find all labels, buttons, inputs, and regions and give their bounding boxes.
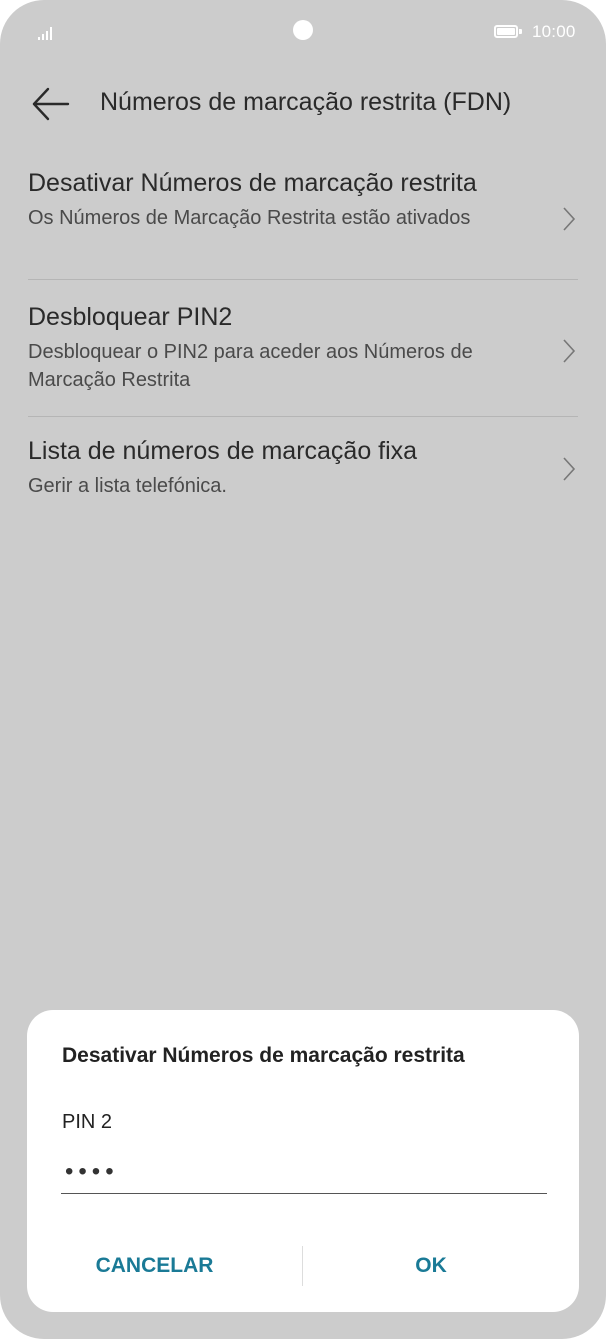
list-item-title: Lista de números de marcação fixa xyxy=(28,437,418,465)
status-bar: 10:00 xyxy=(0,0,606,64)
button-divider xyxy=(302,1246,303,1286)
back-arrow-icon[interactable] xyxy=(30,84,70,124)
signal-icon xyxy=(38,24,60,40)
pin2-dialog: Desativar Números de marcação restrita P… xyxy=(27,1010,579,1312)
chevron-right-icon xyxy=(563,457,576,481)
list-item-title: Desbloquear PIN2 xyxy=(28,303,233,331)
cancel-button[interactable]: CANCELAR xyxy=(47,1244,262,1288)
list-item-disable-fdn[interactable]: Desativar Números de marcação restrita O… xyxy=(28,168,578,232)
list-item-subtitle: Os Números de Marcação Restrita estão at… xyxy=(28,207,471,229)
battery-icon xyxy=(494,25,522,40)
list-item-unblock-pin2[interactable]: Desbloquear PIN2 Desbloquear o PIN2 para… xyxy=(28,302,578,394)
dialog-title: Desativar Números de marcação restrita xyxy=(62,1044,465,1067)
pin2-label: PIN 2 xyxy=(62,1111,113,1133)
list-item-subtitle: Gerir a lista telefónica. xyxy=(28,475,227,497)
pin2-input[interactable] xyxy=(61,1154,547,1194)
front-camera xyxy=(293,20,313,40)
phone-screen: 10:00 Números de marcação restrita (FDN)… xyxy=(0,0,606,1339)
ok-button[interactable]: OK xyxy=(327,1244,535,1288)
list-item-subtitle: Desbloquear o PIN2 para aceder aos Númer… xyxy=(28,341,473,391)
divider xyxy=(28,279,578,280)
list-item-fixed-dialing-list[interactable]: Lista de números de marcação fixa Gerir … xyxy=(28,436,578,500)
list-item-title: Desativar Números de marcação restrita xyxy=(28,169,477,197)
status-time: 10:00 xyxy=(532,22,576,41)
chevron-right-icon xyxy=(563,339,576,363)
divider xyxy=(28,416,578,417)
page-title: Números de marcação restrita (FDN) xyxy=(100,88,512,116)
pin2-value: •••• xyxy=(65,1158,119,1185)
chevron-right-icon xyxy=(563,207,576,231)
